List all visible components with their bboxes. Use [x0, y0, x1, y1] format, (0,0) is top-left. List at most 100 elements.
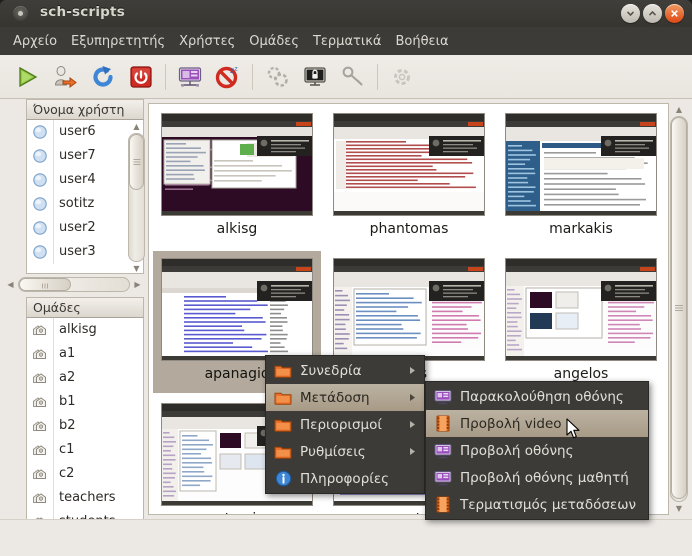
- list-item[interactable]: a1: [27, 342, 143, 366]
- refresh-icon[interactable]: [84, 58, 122, 96]
- group-icon: [30, 369, 49, 388]
- maximize-button[interactable]: [643, 4, 662, 23]
- users-hscroll-track[interactable]: [18, 277, 130, 292]
- menu-item[interactable]: Προβολή οθόνης: [426, 437, 648, 464]
- monitor-icon: [432, 387, 454, 407]
- users-scroll-track[interactable]: [128, 133, 145, 262]
- list-item[interactable]: b1: [27, 390, 143, 414]
- menu-item[interactable]: Συνεδρία: [266, 357, 424, 384]
- list-item[interactable]: b2: [27, 414, 143, 438]
- remote-desktop-icon[interactable]: [171, 58, 209, 96]
- close-button[interactable]: [665, 4, 684, 23]
- user-export-icon[interactable]: [46, 58, 84, 96]
- users-vertical-scrollbar[interactable]: ▲ ▼: [128, 120, 145, 275]
- users-horizontal-scrollbar[interactable]: ◀ ▶: [4, 275, 144, 295]
- users-scroll-up-arrow[interactable]: ▲: [128, 120, 145, 133]
- client-screen-thumbnail[interactable]: [161, 113, 313, 216]
- list-item[interactable]: a2: [27, 366, 143, 390]
- list-item[interactable]: user3: [27, 240, 143, 264]
- client-screen-thumbnail[interactable]: [161, 258, 313, 361]
- users-column-header[interactable]: Όνομα χρήστη: [26, 99, 144, 120]
- client-name-label: markakis: [549, 221, 613, 237]
- menu-item-label: Συνεδρία: [300, 362, 362, 379]
- iconview-scroll-track[interactable]: [670, 116, 688, 502]
- list-item[interactable]: user7: [27, 144, 143, 168]
- client-screen-thumbnail[interactable]: [505, 258, 657, 361]
- menu-item[interactable]: Πληροφορίες: [266, 465, 424, 492]
- groups-list[interactable]: alkisga1a2b1b2c1c2teachersstudents: [26, 318, 144, 543]
- menu-item-label: Προβολή οθόνης: [460, 442, 574, 459]
- application-window: sch-scripts Αρχείο Εξυπηρετητής Χρήστες …: [0, 0, 692, 556]
- list-item[interactable]: c2: [27, 462, 143, 486]
- menu-item[interactable]: Προβολή οθόνης μαθητή: [426, 464, 648, 491]
- window-title: sch-scripts: [40, 4, 125, 20]
- menu-groups[interactable]: Ομάδες: [242, 31, 306, 52]
- list-item[interactable]: sotitz: [27, 192, 143, 216]
- menu-item[interactable]: Ρυθμίσεις: [266, 438, 424, 465]
- film-icon: [432, 414, 454, 434]
- users-hscroll-left-arrow[interactable]: ◀: [4, 277, 17, 292]
- user-bullet-icon: [30, 171, 49, 190]
- toolbar-separator-1: [165, 63, 166, 90]
- client-screen-thumbnail[interactable]: [333, 258, 485, 361]
- users-panel: Όνομα χρήστη user6 user7 user4 sotitz user2 u…: [4, 99, 145, 292]
- menu-item[interactable]: Μετάδοση: [266, 384, 424, 411]
- client-name-label: angelos: [553, 366, 609, 382]
- list-item[interactable]: teachers: [27, 486, 143, 510]
- shutdown-icon[interactable]: [122, 58, 160, 96]
- users-list[interactable]: user6 user7 user4 sotitz user2 user3: [26, 120, 144, 274]
- menu-item-label: Πληροφορίες: [300, 470, 390, 487]
- iconview-scroll-down-arrow[interactable]: ▼: [670, 502, 688, 515]
- submenu-arrow-icon: [409, 444, 416, 460]
- block-sleep-icon[interactable]: z z: [209, 58, 247, 96]
- menubar: Αρχείο Εξυπηρετητής Χρήστες Ομάδες Τερμα…: [0, 27, 692, 55]
- menu-terminals[interactable]: Τερματικά: [306, 31, 389, 52]
- list-item[interactable]: alkisg: [27, 318, 143, 342]
- iconview-vertical-scrollbar[interactable]: ▲ ▼: [670, 103, 688, 515]
- lock-screen-icon[interactable]: [296, 58, 334, 96]
- status-strip: [0, 519, 692, 556]
- scroll-grip-icon: [674, 301, 684, 316]
- context-menu[interactable]: Συνεδρία Μετάδοση Περιορισμοί Ρυθμίσεις Πληρ…: [265, 355, 425, 494]
- menu-file[interactable]: Αρχείο: [6, 31, 64, 52]
- iconview-scroll-up-arrow[interactable]: ▲: [670, 103, 688, 116]
- user-bullet-icon: [30, 147, 49, 166]
- users-scroll-down-arrow[interactable]: ▼: [128, 262, 145, 275]
- run-icon[interactable]: [8, 58, 46, 96]
- client-item[interactable]: phantomas: [325, 106, 493, 248]
- user-bullet-icon: [30, 195, 49, 214]
- menu-item[interactable]: Τερματισμός μεταδόσεων: [426, 491, 648, 518]
- group-icon: [30, 465, 49, 484]
- list-item[interactable]: user2: [27, 216, 143, 240]
- client-item[interactable]: alkisg: [153, 106, 321, 248]
- menu-item[interactable]: Περιορισμοί: [266, 411, 424, 438]
- users-hscroll-right-arrow[interactable]: ▶: [131, 277, 144, 292]
- keys-icon[interactable]: [334, 58, 372, 96]
- users-hscroll-thumb[interactable]: [19, 278, 71, 291]
- client-item[interactable]: angelos: [497, 251, 665, 393]
- client-screen-thumbnail[interactable]: [333, 113, 485, 216]
- settings-icon[interactable]: [383, 58, 421, 96]
- list-item[interactable]: user6: [27, 120, 143, 144]
- groups-panel: Ομάδες alkisga1a2b1b2c1c2teachersstudent…: [4, 297, 144, 543]
- groups-column-header[interactable]: Ομάδες: [26, 297, 144, 318]
- client-item[interactable]: markakis: [497, 106, 665, 248]
- minimize-button[interactable]: [621, 4, 640, 23]
- iconview-scroll-thumb[interactable]: [671, 117, 687, 499]
- group-icon: [30, 393, 49, 412]
- preferences-icon[interactable]: [258, 58, 296, 96]
- film-icon: [432, 495, 454, 515]
- client-screen-thumbnail[interactable]: [505, 113, 657, 216]
- list-item[interactable]: user4: [27, 168, 143, 192]
- user-bullet-icon: [30, 219, 49, 238]
- menu-server[interactable]: Εξυπηρετητής: [64, 31, 172, 52]
- folder-icon: [272, 388, 294, 408]
- menu-users[interactable]: Χρήστες: [172, 31, 242, 52]
- group-icon: [30, 345, 49, 364]
- list-item[interactable]: c1: [27, 438, 143, 462]
- menu-item[interactable]: Προβολή video: [426, 410, 648, 437]
- transmission-submenu[interactable]: Παρακολούθηση οθόνης Προβολή video Προβολή…: [425, 381, 649, 520]
- menu-item[interactable]: Παρακολούθηση οθόνης: [426, 383, 648, 410]
- menu-help[interactable]: Βοήθεια: [388, 31, 455, 52]
- users-scroll-thumb[interactable]: [129, 134, 144, 190]
